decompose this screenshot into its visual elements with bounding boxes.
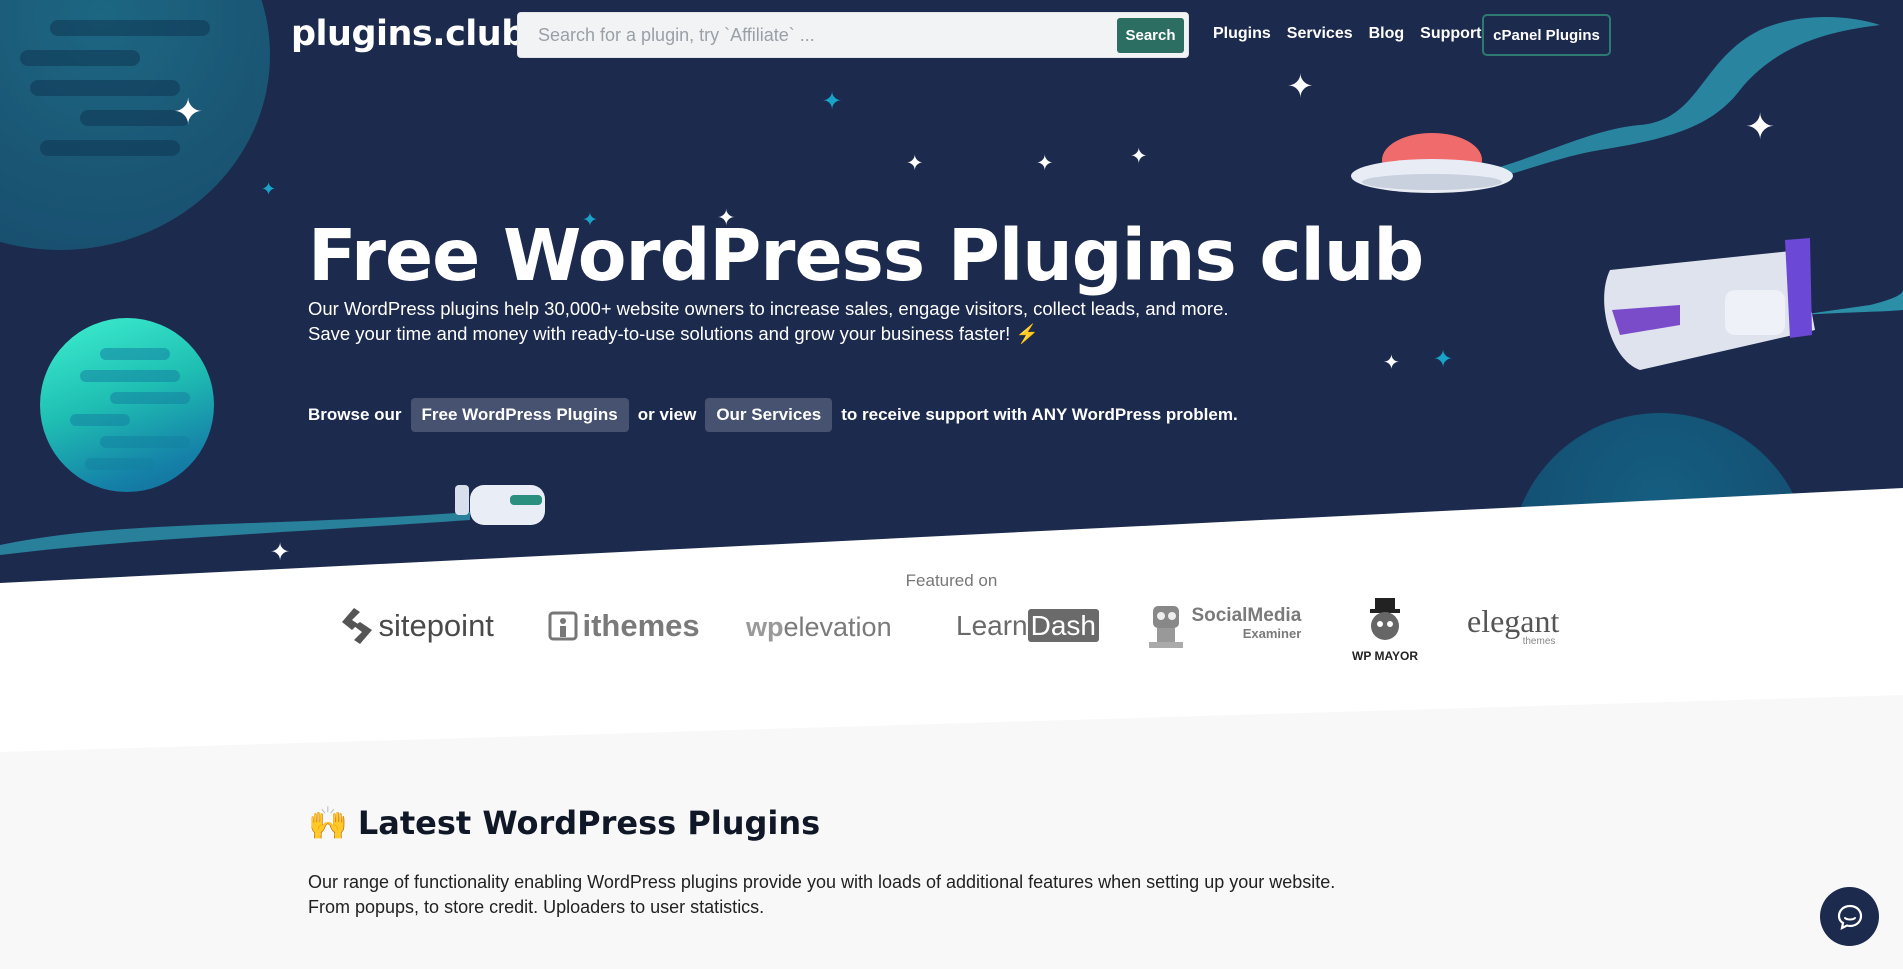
or-view-text: or view xyxy=(637,405,697,424)
latest-plugins-heading: 🙌 Latest WordPress Plugins xyxy=(308,804,820,842)
featured-logos: sitepoint ithemes wpelevation Learn Dash … xyxy=(0,598,1903,668)
brand-name: WP MAYOR xyxy=(1352,649,1419,663)
chat-bubble-icon xyxy=(1837,904,1862,930)
brand-elegant-themes: elegant themes xyxy=(1467,603,1560,647)
brand-sitepoint: sitepoint xyxy=(340,606,494,646)
ithemes-logo-icon xyxy=(548,611,578,641)
chat-widget-button[interactable] xyxy=(1820,887,1879,946)
brand-prefix: wp xyxy=(746,612,784,642)
search-button[interactable]: Search xyxy=(1117,18,1184,53)
search-input[interactable] xyxy=(538,13,1098,57)
description-line: From popups, to store credit. Uploaders … xyxy=(308,897,765,917)
hero-subtitle: Our WordPress plugins help 30,000+ websi… xyxy=(308,296,1229,346)
description-line: Our range of functionality enabling Word… xyxy=(308,872,1336,892)
hero-subtitle-line: Our WordPress plugins help 30,000+ websi… xyxy=(308,298,1229,319)
site-logo[interactable]: plugins.club xyxy=(291,14,526,54)
featured-label: Featured on xyxy=(905,571,998,590)
latest-plugins-description: Our range of functionality enabling Word… xyxy=(308,870,1335,920)
brand-wp-mayor: WP MAYOR xyxy=(1352,598,1418,665)
top-hat-mascot-icon xyxy=(1352,598,1418,647)
brand-line1: elegant xyxy=(1467,603,1560,639)
main-nav: Plugins Services Blog Support xyxy=(1213,25,1482,43)
brand-line1: SocialMedia xyxy=(1191,605,1302,626)
nav-services[interactable]: Services xyxy=(1287,25,1353,43)
brand-name: ithemes xyxy=(582,608,700,643)
brand-wpelevation: wpelevation xyxy=(746,612,892,643)
brand-line2: Examiner xyxy=(1242,626,1302,641)
brand-learndash: Learn Dash xyxy=(956,609,1099,642)
latest-plugins-title: Latest WordPress Plugins xyxy=(357,804,821,842)
brand-part1: Learn xyxy=(956,610,1028,641)
browse-suffix: to receive support with ANY WordPress pr… xyxy=(841,405,1238,424)
brand-name: sitepoint xyxy=(378,608,494,643)
nav-blog[interactable]: Blog xyxy=(1369,25,1405,43)
free-plugins-button[interactable]: Free WordPress Plugins xyxy=(410,398,629,432)
brand-ithemes: ithemes xyxy=(548,608,700,644)
raised-hands-icon: 🙌 xyxy=(308,804,348,842)
nav-plugins[interactable]: Plugins xyxy=(1213,25,1271,43)
search-bar: Search xyxy=(517,12,1189,58)
hero-subtitle-line: Save your time and money with ready-to-u… xyxy=(308,323,1039,344)
browse-row: Browse our Free WordPress Plugins or vie… xyxy=(308,398,1238,432)
cpanel-plugins-button[interactable]: cPanel Plugins xyxy=(1482,14,1611,56)
brand-part2: Dash xyxy=(1027,609,1099,642)
our-services-button[interactable]: Our Services xyxy=(705,398,833,432)
brand-social-media-examiner: SocialMedia Examiner xyxy=(1145,600,1301,650)
browse-prefix: Browse our xyxy=(308,405,402,424)
hero-title: Free WordPress Plugins club xyxy=(308,214,1424,297)
nav-support[interactable]: Support xyxy=(1420,25,1481,43)
sitepoint-logo-icon xyxy=(342,608,372,644)
brand-rest: elevation xyxy=(783,612,892,642)
robot-mascot-icon xyxy=(1145,600,1187,650)
